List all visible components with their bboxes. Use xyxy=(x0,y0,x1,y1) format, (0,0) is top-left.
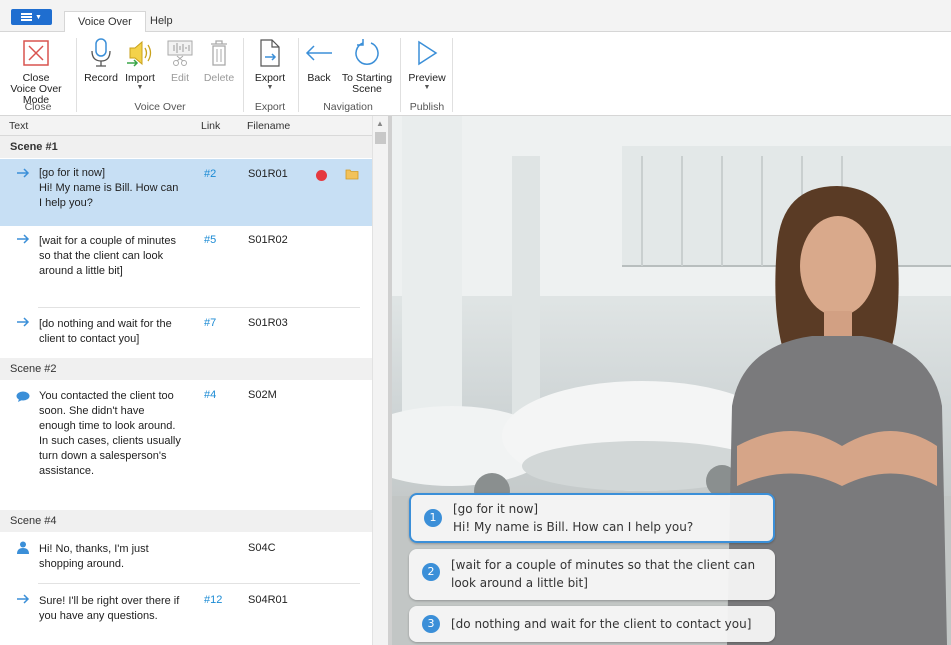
scroll-up-icon[interactable]: ▲ xyxy=(376,119,384,128)
scrollbar-thumb[interactable] xyxy=(375,132,386,144)
waveform-edit-icon xyxy=(163,36,197,70)
play-icon xyxy=(410,36,444,70)
list-item[interactable]: Hi! No, thanks, I'm just shopping around… xyxy=(0,532,372,584)
arrow-right-icon xyxy=(16,234,30,247)
item-text: Sure! I'll be right over there if you ha… xyxy=(39,595,180,622)
column-header-filename[interactable]: Filename xyxy=(247,120,290,132)
chevron-down-icon: ▼ xyxy=(266,84,274,91)
choice-text: [wait for a couple of minutes so that th… xyxy=(451,558,756,590)
folder-icon[interactable] xyxy=(345,168,359,183)
app-menu-button[interactable]: ▼ xyxy=(11,9,52,25)
list-header: Text Link Filename xyxy=(0,116,372,136)
ribbon: Close Voice Over Mode Close Record Impor… xyxy=(0,32,951,116)
item-link[interactable]: #5 xyxy=(204,234,216,246)
item-link[interactable]: #2 xyxy=(204,168,216,180)
preview-label: Preview xyxy=(408,72,446,84)
restart-icon xyxy=(350,36,384,70)
group-label-close: Close xyxy=(24,101,52,113)
ribbon-separator xyxy=(243,38,244,112)
back-label: Back xyxy=(307,72,331,84)
import-button[interactable]: Import ▼ xyxy=(121,36,159,92)
chevron-down-icon: ▼ xyxy=(423,84,431,91)
chevron-down-icon: ▼ xyxy=(136,84,144,91)
record-label: Record xyxy=(84,72,118,84)
item-filename: S01R03 xyxy=(248,317,288,329)
scene-header[interactable]: Scene #2 xyxy=(0,358,372,380)
item-text: [go for it now] Hi! My name is Bill. How… xyxy=(39,167,179,209)
import-label: Import xyxy=(125,72,155,84)
item-text: You contacted the client too soon. She d… xyxy=(39,390,181,477)
item-link[interactable]: #7 xyxy=(204,317,216,329)
menu-icon xyxy=(21,13,33,21)
vertical-scrollbar[interactable]: ▲ xyxy=(372,116,388,645)
speaker-import-icon xyxy=(123,36,157,70)
ribbon-separator xyxy=(298,38,299,112)
item-filename: S04C xyxy=(248,542,276,554)
ribbon-tab-bar: ▼ Voice Over Help xyxy=(0,0,951,33)
scene-preview: 1 [go for it now] Hi! My name is Bill. H… xyxy=(392,116,951,645)
export-icon xyxy=(253,36,287,70)
choice-text: [do nothing and wait for the client to c… xyxy=(451,617,752,631)
choice-option-1[interactable]: 1 [go for it now] Hi! My name is Bill. H… xyxy=(409,493,775,543)
microphone-icon xyxy=(84,36,118,70)
item-text: [wait for a couple of minutes so that th… xyxy=(39,235,176,277)
export-label: Export xyxy=(254,72,286,84)
edit-button[interactable]: Edit xyxy=(164,36,196,84)
choice-number-badge: 1 xyxy=(424,509,442,527)
item-link[interactable]: #12 xyxy=(204,594,222,606)
choice-option-2[interactable]: 2 [wait for a couple of minutes so that … xyxy=(409,549,775,600)
column-header-text[interactable]: Text xyxy=(9,120,28,132)
arrow-right-icon xyxy=(16,168,30,181)
chevron-down-icon: ▼ xyxy=(35,13,42,21)
scene-header[interactable]: Scene #4 xyxy=(0,510,372,532)
person-icon xyxy=(16,541,30,557)
preview-button[interactable]: Preview ▼ xyxy=(406,36,448,92)
item-filename: S02M xyxy=(248,389,277,401)
voice-over-list: Text Link Filename Scene #1 [go for it n… xyxy=(0,116,388,645)
to-starting-scene-button[interactable]: To Starting Scene xyxy=(338,36,396,95)
item-filename: S04R01 xyxy=(248,594,288,606)
record-dot-icon[interactable] xyxy=(316,170,327,181)
list-item[interactable]: You contacted the client too soon. She d… xyxy=(0,380,372,510)
list-item[interactable]: Sure! I'll be right over there if you ha… xyxy=(0,584,372,645)
to-starting-scene-label: To Starting Scene xyxy=(341,72,393,95)
tab-voice-over[interactable]: Voice Over xyxy=(64,11,146,33)
delete-label: Delete xyxy=(203,72,235,84)
speech-bubble-icon xyxy=(16,391,30,406)
group-label-publish: Publish xyxy=(409,101,445,113)
arrow-right-icon xyxy=(16,594,30,607)
list-item[interactable]: [go for it now] Hi! My name is Bill. How… xyxy=(0,159,372,226)
scene-header[interactable]: Scene #1 xyxy=(0,136,372,158)
trash-icon xyxy=(202,36,236,70)
list-item[interactable]: [wait for a couple of minutes so that th… xyxy=(0,226,372,308)
close-voice-over-mode-button[interactable]: Close Voice Over Mode xyxy=(10,36,62,106)
choice-number-badge: 2 xyxy=(422,563,440,581)
ribbon-separator xyxy=(400,38,401,112)
item-filename: S01R01 xyxy=(248,168,288,180)
list-item[interactable]: [do nothing and wait for the client to c… xyxy=(0,308,372,358)
group-label-navigation: Navigation xyxy=(323,101,373,113)
back-button[interactable]: Back xyxy=(304,36,334,84)
item-text: [do nothing and wait for the client to c… xyxy=(39,318,172,345)
item-text: Hi! No, thanks, I'm just shopping around… xyxy=(39,543,149,570)
export-button[interactable]: Export ▼ xyxy=(250,36,290,92)
column-header-link[interactable]: Link xyxy=(201,120,220,132)
ribbon-separator xyxy=(76,38,77,112)
group-label-export: Export xyxy=(254,101,286,113)
item-filename: S01R02 xyxy=(248,234,288,246)
record-button[interactable]: Record xyxy=(82,36,120,84)
group-label-voice-over: Voice Over xyxy=(134,101,186,113)
item-link[interactable]: #4 xyxy=(204,389,216,401)
arrow-left-icon xyxy=(302,36,336,70)
ribbon-separator xyxy=(452,38,453,112)
edit-label: Edit xyxy=(170,72,190,84)
choice-text: [go for it now] Hi! My name is Bill. How… xyxy=(453,502,694,534)
arrow-right-icon xyxy=(16,317,30,330)
delete-button[interactable]: Delete xyxy=(200,36,238,84)
close-icon xyxy=(19,36,53,70)
tab-help[interactable]: Help xyxy=(137,11,186,32)
choice-number-badge: 3 xyxy=(422,615,440,633)
choice-option-3[interactable]: 3 [do nothing and wait for the client to… xyxy=(409,606,775,642)
